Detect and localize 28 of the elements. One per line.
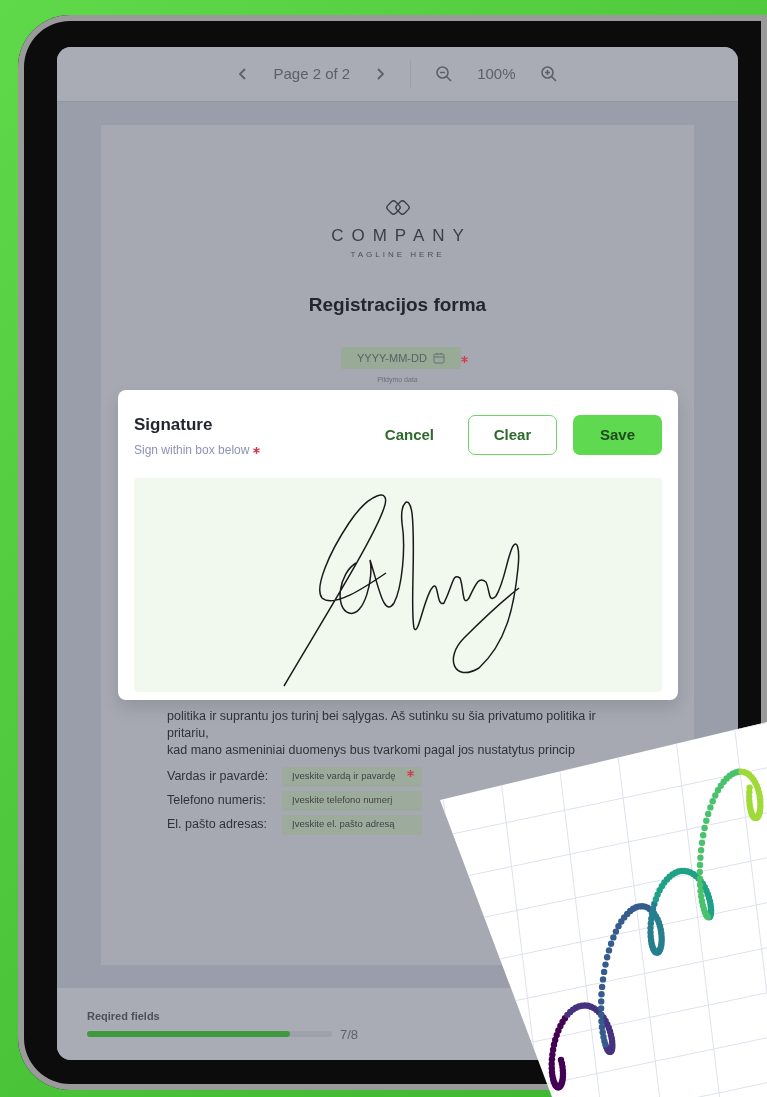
zoom-in-icon[interactable] xyxy=(539,65,558,83)
page-indicator: Page 2 of 2 xyxy=(273,63,351,84)
input-field[interactable]: Įveskite telefono numerį xyxy=(282,790,422,811)
date-field[interactable]: YYYY-MM-DD xyxy=(341,347,461,369)
consent-paragraph: politika ir suprantu jos turinį bei sąlygas. Aš sutinku su šia privatumo politika ir pritariu, kad mano asmeniniai duomenys bus tvarkomi pagal jos nustatytus princip xyxy=(167,707,597,759)
zoom-out-icon[interactable] xyxy=(435,65,454,83)
field-label: Telefono numeris: xyxy=(167,792,267,810)
required-icon xyxy=(253,446,261,454)
clear-button[interactable]: Clear xyxy=(468,415,557,455)
progress-count: 7/8 xyxy=(340,1025,359,1044)
cancel-button[interactable]: Cancel xyxy=(366,415,452,455)
calendar-icon[interactable] xyxy=(433,352,445,364)
required-icon xyxy=(461,356,468,364)
tagline: TAGLINE HERE xyxy=(350,248,445,261)
progress-label: Reqired fields xyxy=(87,1009,161,1024)
required-icon xyxy=(407,770,414,778)
save-button[interactable]: Save xyxy=(573,415,662,455)
form-title: Registracijos forma xyxy=(308,292,487,317)
field-label: El. pašto adresas: xyxy=(167,816,269,834)
dialog-hint: Sign within box below xyxy=(134,441,250,459)
zoom-level: 100% xyxy=(477,63,516,84)
chevron-right-icon[interactable] xyxy=(374,67,387,81)
field-label: Vardas ir pavardė: xyxy=(167,768,270,786)
input-field[interactable]: Įveskite el. pašto adresą xyxy=(282,814,422,835)
input-field[interactable]: Įveskite vardą ir pavardę xyxy=(282,766,422,787)
dialog-title: Signature xyxy=(134,414,214,436)
company-name: COMPANY xyxy=(331,225,472,247)
signature-pad[interactable] xyxy=(134,477,662,692)
